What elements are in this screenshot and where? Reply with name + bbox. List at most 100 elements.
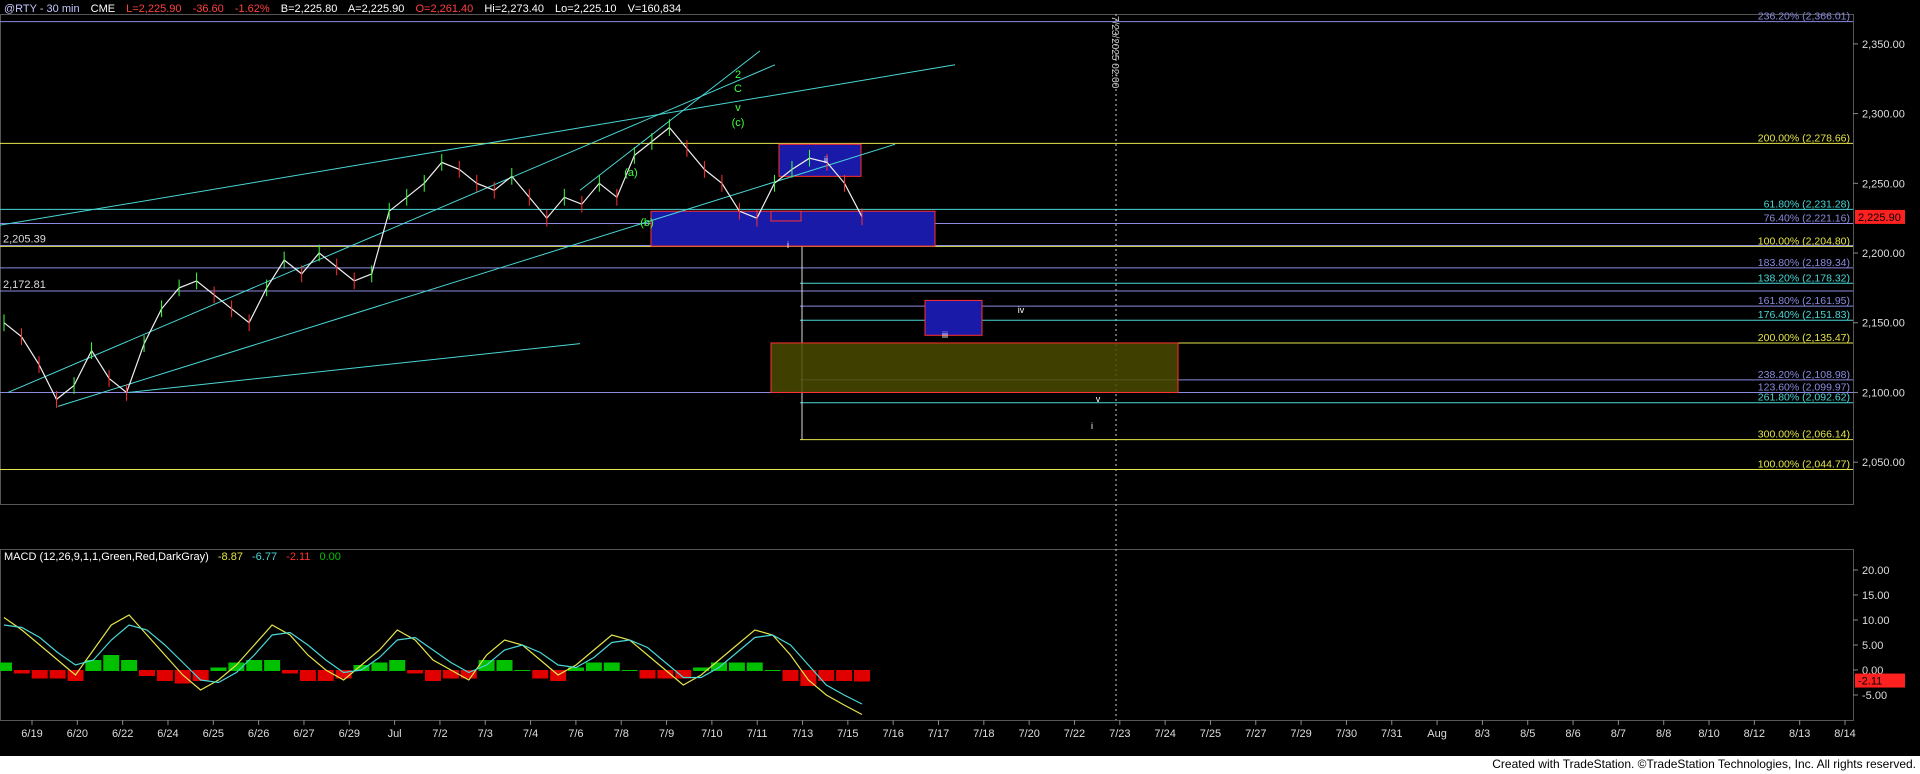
date-tick-label: 6/20 [67,728,88,740]
macd-hist-bar [836,670,853,681]
date-tick-label: 6/25 [203,728,224,740]
macd-hist-bar [103,655,120,671]
macd-hist-bar [13,670,30,674]
left-level-label: 2,205.39 [3,234,46,246]
date-tick-label: 7/4 [523,728,538,740]
fib-level-label: 76.40% (2,221.16) [1764,213,1850,225]
wave-label-green: 2 [735,69,741,81]
macd-hist-bar [442,670,459,679]
date-tick-label: 7/20 [1018,728,1039,740]
date-tick-label: Jul [388,728,402,740]
macd-hist-bar [49,670,66,679]
macd-tick-label: 20.00 [1862,565,1890,577]
macd-zero: 0.00 [319,551,341,563]
macd-hist-bar [425,670,441,681]
left-level-label: 2,172.81 [3,279,46,291]
fib-level-label: 100.00% (2,204.80) [1758,235,1850,247]
wave-label-green: (c) [732,117,745,129]
low-price: Lo=2,225.10 [555,3,617,15]
date-tick-label: 7/2 [432,728,447,740]
fib-level-label: 183.80% (2,189.34) [1758,257,1850,269]
macd-hist-bar [174,670,191,684]
date-tick-label: 6/29 [339,728,360,740]
macd-tick-label: -5.00 [1862,690,1887,702]
date-tick-label: 8/12 [1744,728,1765,740]
date-tick-label: 7/23 [1109,728,1130,740]
price-chart[interactable]: 2,350.00 2,300.00 2,250.00 2,200.00 2,150.00… [0,0,1920,774]
date-tick-label: 8/8 [1656,728,1671,740]
macd-panel-border [0,549,1854,721]
date-tick-label: 6/27 [293,728,314,740]
date-tick-label: 7/13 [792,728,813,740]
date-tick-label: 8/3 [1475,728,1490,740]
date-tick-label: 7/16 [882,728,903,740]
date-tick-label: 7/29 [1290,728,1311,740]
price-tick-label: 2,100.00 [1862,387,1905,399]
macd-hist-bar [603,662,620,671]
price-tick-label: 2,150.00 [1862,318,1905,330]
date-tick-label: 7/30 [1336,728,1357,740]
macd-tick-label: 10.00 [1862,615,1890,627]
price-tick-label: 2,300.00 [1862,109,1905,121]
footer-credit: Created with TradeStation. ©TradeStation… [1492,757,1916,771]
macd-hist-bar [585,662,602,671]
fib-level-label: 236.20% (2,366.01) [1758,11,1850,23]
exchange-label: CME [90,3,116,15]
macd-hist-bar [121,660,138,671]
macd-hist-bar [389,660,406,671]
macd-tick-label: 5.00 [1862,640,1883,652]
fib-level-label: 100.00% (2,044.77) [1758,458,1850,470]
wave-label-green: (a) [624,167,637,179]
date-tick-label: 7/31 [1381,728,1402,740]
macd-hist-bar [317,670,334,681]
macd-hist-bar [0,662,12,671]
macd-hist-bar [282,670,298,674]
pct-change: -1.62% [234,3,270,15]
wave-label-green: C [734,83,742,95]
price-series-line [3,126,863,401]
price-panel-border [0,14,1854,505]
fib-level-label: 176.40% (2,151.83) [1758,309,1850,321]
date-tick-label: 6/19 [21,728,42,740]
date-tick-label: 7/9 [659,728,674,740]
macd-hist-bar [514,670,531,671]
ask-price: A=2,225.90 [347,3,405,15]
wave-label-white: v [1096,394,1101,404]
wave-label-white: ii [824,155,828,165]
date-tick-label: 7/22 [1064,728,1085,740]
date-tick-label: 7/8 [614,728,629,740]
fib-level-label: 61.80% (2,231.28) [1764,198,1850,210]
price-tick-label: 2,250.00 [1862,178,1905,190]
date-tick-label: 8/10 [1698,728,1719,740]
volume: V=160,834 [627,3,682,15]
macd-hist-bar [532,670,549,679]
fib-level-label: 161.80% (2,161.95) [1758,295,1850,307]
fib-level-label: 300.00% (2,066.14) [1758,429,1850,441]
fib-level-label: 238.20% (2,108.98) [1758,369,1850,381]
macd-hist-bar [156,670,173,681]
macd-signal: -6.77 [252,551,278,563]
macd-hist-bar [139,670,155,676]
price-tick-label: 2,050.00 [1862,457,1905,469]
macd-hist-bar [639,670,656,679]
macd-header: MACD (12,26,9,1,1,Green,Red,DarkGray) -8… [4,551,347,563]
date-tick-label: 6/26 [248,728,269,740]
net-change: -36.60 [192,3,224,15]
date-tick-label: 6/24 [157,728,178,740]
date-tick-label: 7/3 [478,728,493,740]
macd-hist-bar [746,662,763,671]
macd-hist-bar [371,662,388,671]
date-tick-label: 7/18 [973,728,994,740]
wave-label-white: i [1091,421,1093,431]
macd-hist-bar [407,670,424,674]
price-tick-label: 2,350.00 [1862,39,1905,51]
fib-level-label: 200.00% (2,278.66) [1758,132,1850,144]
date-tick-label: Aug [1427,728,1447,740]
macd-hist-bar [299,670,316,681]
date-tick-label: 8/14 [1834,728,1855,740]
wave-label-white: i [787,240,789,250]
fib-level-label: 261.80% (2,092.62) [1758,392,1850,404]
wave-label-white: iv [1018,305,1025,315]
macd-value: -8.87 [217,551,243,563]
date-tick-label: 7/27 [1245,728,1266,740]
